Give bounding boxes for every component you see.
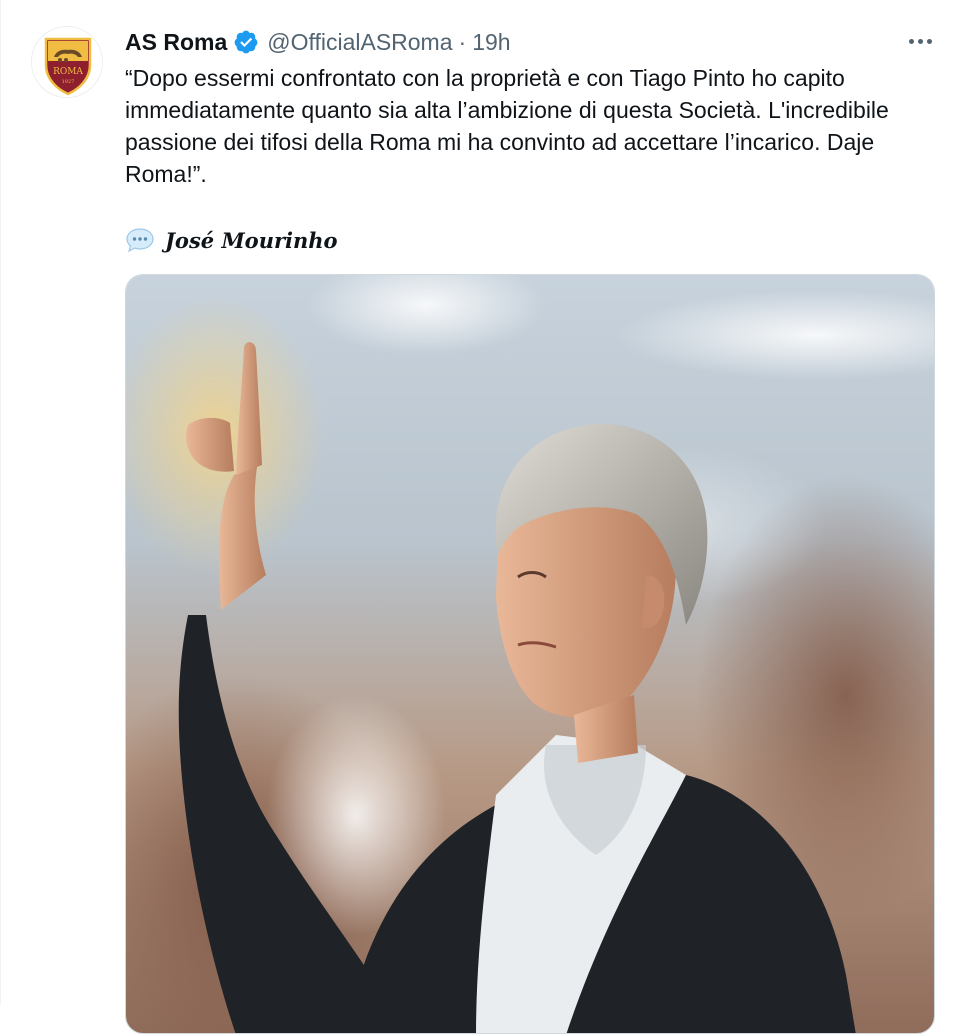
- speech-bubble-icon: [125, 227, 155, 253]
- signature-name: José Mourinho: [165, 227, 338, 253]
- crest-year: 1927: [62, 79, 75, 85]
- tweet-photo[interactable]: [125, 274, 935, 1034]
- as-roma-crest-icon: ROMA 1927: [32, 27, 102, 97]
- author-name[interactable]: AS Roma: [125, 29, 227, 56]
- more-options-icon[interactable]: [903, 28, 937, 54]
- photo-image: [126, 275, 934, 1033]
- tweet-card[interactable]: ROMA 1927 AS Roma @OfficialASRoma · 19h …: [0, 0, 960, 1034]
- crest-label: ROMA: [53, 67, 83, 77]
- author-handle[interactable]: @OfficialASRoma: [267, 29, 452, 56]
- verified-badge-icon: [233, 29, 259, 55]
- tweet-text-content: “Dopo essermi confrontato con la proprie…: [125, 65, 889, 187]
- separator-dot: ·: [458, 28, 467, 55]
- tweet-timestamp[interactable]: 19h: [472, 29, 510, 56]
- tweet-header: AS Roma @OfficialASRoma · 19h: [125, 26, 511, 58]
- tweet-text: “Dopo essermi confrontato con la proprie…: [125, 62, 925, 190]
- tweet-signature: José Mourinho: [125, 222, 338, 258]
- avatar[interactable]: ROMA 1927: [31, 26, 103, 98]
